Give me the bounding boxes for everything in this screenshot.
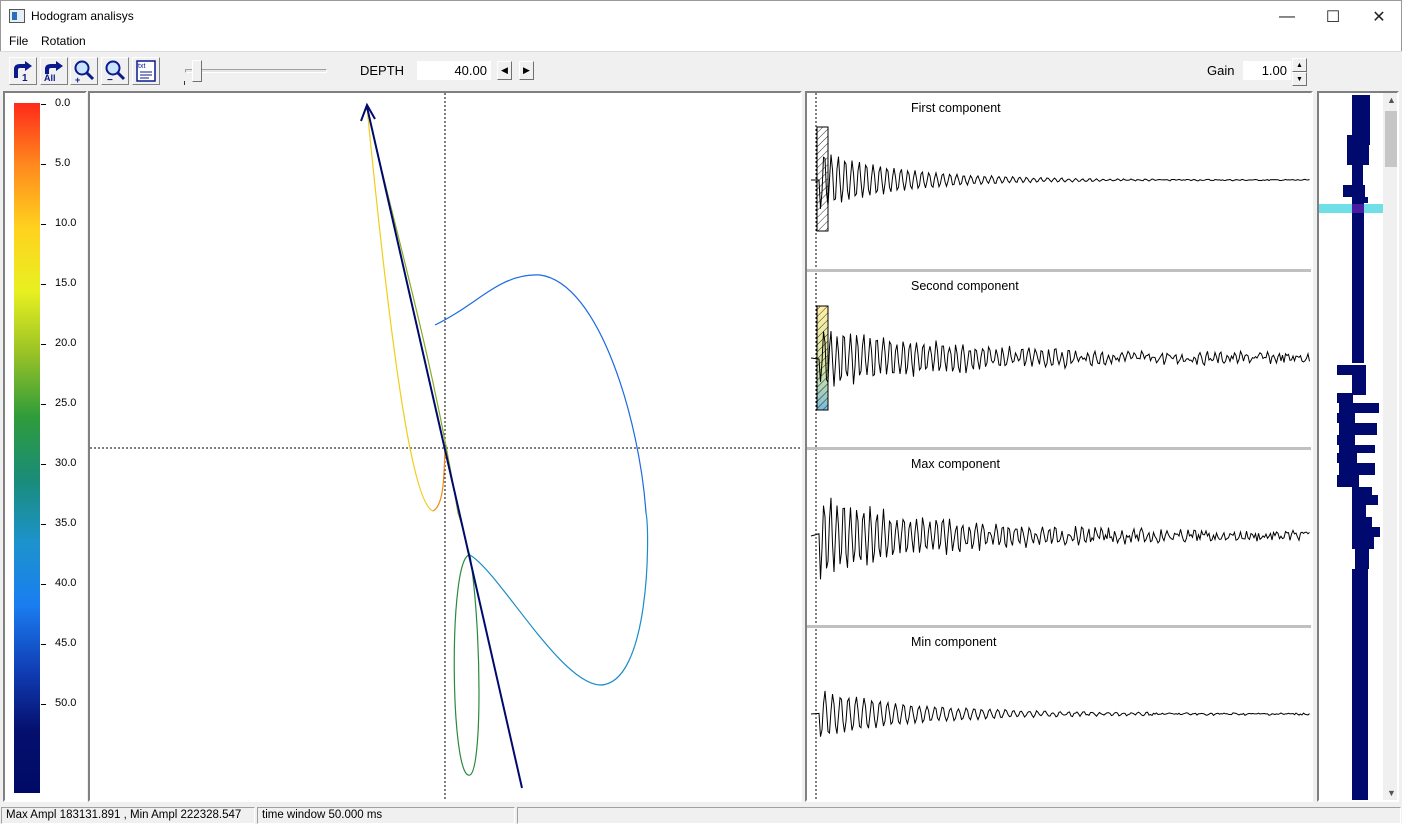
rotate-one-button[interactable]: 1 (9, 57, 37, 85)
color-scale-label: 45.0 (55, 637, 77, 649)
color-scale-tick (41, 224, 46, 225)
color-scale-tick (41, 164, 46, 165)
text-report-icon: txt (136, 60, 156, 82)
scroll-up-icon[interactable]: ▲ (1387, 95, 1396, 105)
minimize-button[interactable]: — (1264, 1, 1310, 32)
menu-bar: File Rotation (0, 31, 1402, 51)
color-scale-label: 0.0 (55, 97, 71, 109)
hodogram-path-green (453, 554, 480, 776)
depth-increase-button[interactable]: ▶ (519, 61, 534, 80)
text-report-button[interactable]: txt (132, 57, 160, 85)
depth-slider-track[interactable] (185, 69, 327, 73)
scroll-down-icon[interactable]: ▼ (1387, 788, 1396, 798)
close-button[interactable]: ✕ (1356, 1, 1402, 32)
svg-text:1: 1 (22, 73, 28, 82)
color-scale-label: 25.0 (55, 397, 77, 409)
gain-label: Gain (1207, 63, 1235, 78)
color-scale-label: 5.0 (55, 157, 71, 169)
depth-track-panel[interactable]: ▲ ▼ (1317, 91, 1399, 802)
zoom-out-button[interactable]: − (101, 57, 129, 85)
first-component-title: First component (911, 101, 1001, 115)
second-component-title: Second component (911, 279, 1019, 293)
depth-field[interactable]: 40.00 (416, 60, 492, 81)
component-trace-1 (811, 154, 1310, 209)
left-arrow-icon: ◀ (501, 65, 508, 75)
gain-up-button[interactable]: ▲ (1292, 58, 1307, 72)
color-scale-panel: 0.0 5.0 10.0 15.0 20.0 25.0 30.0 35.0 40.0 45.0 50… (3, 91, 87, 802)
status-bar: Max Ampl 183131.891 , Min Ampl 222328.54… (0, 804, 1402, 824)
zoom-in-icon: + (74, 60, 95, 83)
depth-track-canvas (1319, 95, 1383, 800)
selected-depth-marker-core (1352, 204, 1364, 213)
color-scale-label: 40.0 (55, 577, 77, 589)
rotate-all-icon: All (44, 61, 63, 82)
window-title: Hodogram analisys (31, 9, 134, 23)
hodogram-path-teal (469, 512, 649, 686)
color-scale-tick (41, 704, 46, 705)
svg-text:+: + (75, 75, 80, 83)
component-separator-3 (807, 625, 1311, 628)
svg-text:All: All (44, 73, 56, 82)
rotate-1-icon: 1 (14, 61, 32, 82)
component-trace-3 (810, 497, 1310, 580)
toolbar: 1 All + − txt DEPTH 40.00 ◀ ▶ Gain 1.00 … (0, 51, 1402, 89)
depth-label: DEPTH (360, 63, 405, 78)
components-canvas (807, 93, 1311, 800)
color-scale-label: 30.0 (55, 457, 77, 469)
title-bar: Hodogram analisys — ☐ ✕ (0, 0, 1402, 31)
down-arrow-icon: ▼ (1296, 75, 1303, 83)
color-scale-tick (41, 464, 46, 465)
depth-slider-thumb[interactable] (192, 60, 202, 82)
color-scale-tick (41, 104, 46, 105)
color-scale-label: 20.0 (55, 337, 77, 349)
color-scale-label: 50.0 (55, 697, 77, 709)
component-separator-1 (807, 269, 1311, 272)
color-scale-tick (41, 644, 46, 645)
depth-track-bars (1337, 95, 1380, 800)
menu-file[interactable]: File (9, 34, 28, 48)
components-panel: First component Second component Max com… (805, 91, 1313, 802)
menu-rotation[interactable]: Rotation (41, 34, 86, 48)
color-scale-label: 15.0 (55, 277, 77, 289)
hodogram-plot[interactable] (88, 91, 802, 802)
hodogram-canvas (90, 93, 800, 800)
gain-down-button[interactable]: ▼ (1292, 72, 1307, 86)
depth-decrease-button[interactable]: ◀ (497, 61, 512, 80)
color-scale-label: 10.0 (55, 217, 77, 229)
color-scale-tick (41, 584, 46, 585)
up-arrow-icon: ▲ (1296, 61, 1303, 69)
max-component-title: Max component (911, 457, 1000, 471)
hodogram-path-blue (434, 274, 647, 514)
app-icon (9, 9, 25, 23)
status-spare-cell (517, 807, 1401, 824)
maximize-button[interactable]: ☐ (1310, 1, 1356, 32)
component-trace-4 (810, 690, 1310, 737)
scrollbar-thumb[interactable] (1385, 111, 1397, 167)
color-scale-bar (14, 103, 40, 793)
color-scale-label: 35.0 (55, 517, 77, 529)
color-scale-tick (41, 344, 46, 345)
amplitude-status: Max Ampl 183131.891 , Min Ampl 222328.54… (1, 807, 255, 824)
time-window-status: time window 50.000 ms (257, 807, 515, 824)
selected-depth-marker (1319, 204, 1383, 213)
svg-text:txt: txt (138, 63, 145, 70)
rotate-all-button[interactable]: All (40, 57, 68, 85)
component-separator-2 (807, 447, 1311, 450)
hodogram-path-yellow (366, 106, 434, 512)
color-scale-tick (41, 284, 46, 285)
gain-field[interactable]: 1.00 (1242, 60, 1292, 81)
slider-tick (184, 81, 185, 85)
color-scale-tick (41, 524, 46, 525)
vertical-scrollbar[interactable]: ▲ ▼ (1383, 93, 1397, 800)
min-component-title: Min component (911, 635, 997, 649)
color-scale-tick (41, 404, 46, 405)
svg-text:−: − (107, 75, 113, 83)
zoom-out-icon: − (105, 60, 126, 83)
component-trace-2 (810, 331, 1310, 387)
hodogram-path-orange (432, 447, 446, 512)
right-arrow-icon: ▶ (523, 65, 530, 75)
zoom-in-button[interactable]: + (70, 57, 98, 85)
